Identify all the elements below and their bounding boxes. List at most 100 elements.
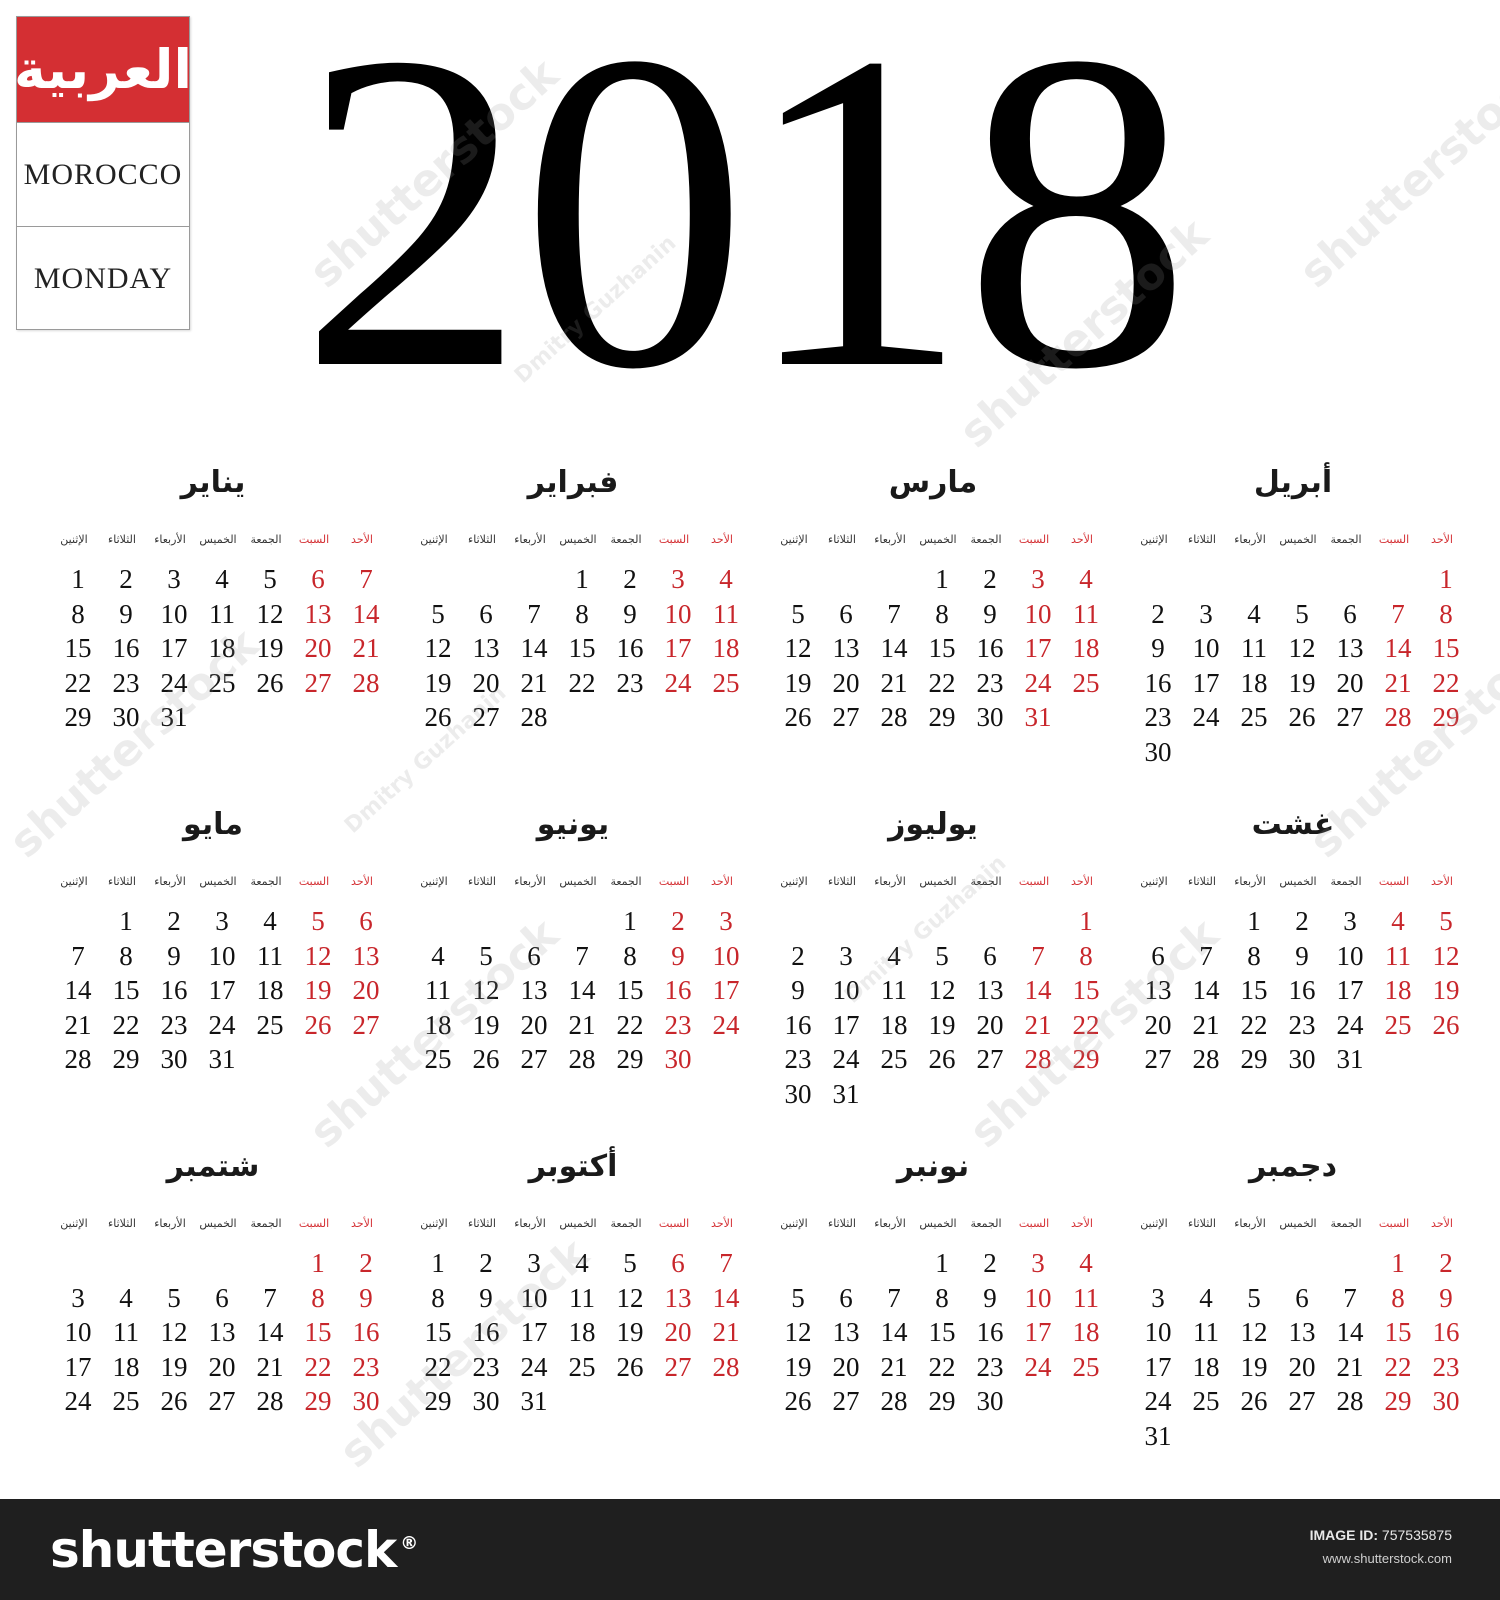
day-cell: 4 [215, 564, 229, 594]
weekday-header: الثلاثاء [828, 1217, 856, 1230]
day-cell: 28 [520, 702, 548, 732]
weekday-header: الإثنين [60, 875, 88, 888]
day-cell: 29 [64, 702, 92, 732]
day-cell: 21 [64, 1009, 92, 1040]
day-cell: 18 [568, 1317, 596, 1347]
day-cell: 29 [112, 1044, 140, 1074]
day-cell: 4 [263, 906, 277, 936]
day-cell: 19 [1240, 1351, 1268, 1382]
weekday-header: السبت [658, 533, 690, 546]
day-cell: 7 [1031, 940, 1045, 971]
weekday-header: الأحد [711, 1217, 733, 1230]
day-cell: 30 [784, 1078, 812, 1109]
month-name: يوليوز [888, 807, 978, 842]
day-cell: 2 [119, 564, 133, 594]
day-cell: 8 [935, 598, 949, 629]
day-cell: 5 [167, 1282, 181, 1313]
image-id: IMAGE ID: 757535875 [1310, 1527, 1452, 1543]
day-cell: 20 [664, 1317, 692, 1347]
day-cell: 14 [1384, 633, 1412, 663]
day-cell: 18 [256, 975, 284, 1005]
day-cell: 4 [1079, 564, 1093, 594]
day-cell: 23 [352, 1351, 380, 1382]
day-cell: 27 [1144, 1044, 1172, 1074]
day-cell: 1 [575, 564, 589, 594]
month-block: مايو الإثنين الثلاثاء الأربعاء الخميس الجمعة ا… [44, 797, 382, 1117]
day-cell: 16 [1288, 975, 1316, 1005]
weekday-header: السبت [1378, 533, 1410, 546]
day-cell: 28 [1336, 1386, 1364, 1416]
day-cell: 5 [479, 940, 493, 971]
weekday-header-row: الإثنين الثلاثاء الأربعاء الخميس الجمعة السبت… [1124, 875, 1462, 895]
day-cell: 12 [160, 1317, 188, 1347]
weekday-header: السبت [1018, 1217, 1050, 1230]
weekday-header: الخميس [919, 1217, 957, 1230]
day-cell: 13 [832, 1317, 860, 1347]
day-cell: 25 [1240, 702, 1268, 732]
day-cell: 17 [664, 633, 692, 663]
month-name: شتمبر [166, 1149, 260, 1184]
day-cell: 12 [784, 1317, 812, 1347]
registered-mark: ® [400, 1533, 418, 1555]
day-cell: 22 [568, 667, 596, 698]
day-cell: 12 [616, 1282, 644, 1313]
day-cell: 20 [520, 1009, 548, 1040]
day-cell: 26 [616, 1351, 644, 1382]
day-cell: 19 [424, 667, 452, 698]
day-cell: 2 [671, 906, 685, 936]
weekday-header: السبت [298, 875, 330, 888]
month-name: أكتوبر [528, 1149, 618, 1184]
day-cell: 12 [1288, 633, 1316, 663]
day-cell: 1 [71, 564, 85, 594]
weekday-header: الثلاثاء [828, 533, 856, 546]
day-cell: 23 [976, 1351, 1004, 1382]
day-cell: 18 [880, 1009, 908, 1040]
day-cell: 24 [520, 1351, 548, 1382]
day-cell: 19 [304, 975, 332, 1005]
weekday-header: السبت [1378, 875, 1410, 888]
day-cell: 6 [359, 906, 373, 936]
day-cell: 29 [928, 702, 956, 732]
day-cell: 24 [664, 667, 692, 698]
weekday-header-row: الإثنين الثلاثاء الأربعاء الخميس الجمعة السبت… [44, 533, 382, 553]
weekday-header: الثلاثاء [828, 875, 856, 888]
day-cell: 28 [1384, 702, 1412, 732]
day-cell: 12 [256, 598, 284, 629]
day-cell: 8 [1079, 940, 1093, 971]
day-cell: 9 [479, 1282, 493, 1313]
day-cell: 6 [1151, 940, 1165, 971]
day-cell: 28 [1024, 1044, 1052, 1074]
day-cell: 14 [568, 975, 596, 1005]
day-cell: 11 [569, 1282, 595, 1313]
day-cell: 6 [839, 1282, 853, 1313]
day-cell: 4 [1247, 598, 1261, 629]
month-block: نونبر الإثنين الثلاثاء الأربعاء الخميس الجمعة… [764, 1139, 1102, 1459]
weekday-header: الأحد [1431, 1217, 1453, 1230]
month-block: يونيو الإثنين الثلاثاء الأربعاء الخميس الجمعة… [404, 797, 742, 1117]
day-cell: 13 [472, 633, 500, 663]
day-cell: 3 [215, 906, 229, 936]
watermark-brand: shutterstock [1290, 49, 1500, 298]
weekday-header: الأحد [1071, 533, 1093, 546]
day-cell: 27 [832, 702, 860, 732]
day-cell: 8 [311, 1282, 325, 1313]
day-cell: 9 [119, 598, 133, 629]
day-cell: 30 [112, 702, 140, 732]
day-cell: 25 [112, 1386, 140, 1416]
day-cell: 7 [71, 940, 85, 971]
weekday-header: الأربعاء [874, 533, 906, 546]
day-cell: 5 [311, 906, 325, 936]
day-cell: 14 [712, 1282, 740, 1313]
day-cell: 28 [880, 1386, 908, 1416]
weekday-header: الجمعة [1330, 875, 1362, 888]
day-cell: 15 [928, 1317, 956, 1347]
weekday-header: الإثنين [420, 875, 448, 888]
day-cell: 6 [1295, 1282, 1309, 1313]
weekday-header: الخميس [199, 533, 237, 546]
day-cell: 13 [304, 598, 332, 629]
day-cell: 10 [1336, 940, 1364, 971]
day-cell: 25 [424, 1044, 452, 1074]
weekday-header: الأحد [711, 875, 733, 888]
weekday-header: الجمعة [610, 875, 642, 888]
weekday-header: الإثنين [60, 533, 88, 546]
